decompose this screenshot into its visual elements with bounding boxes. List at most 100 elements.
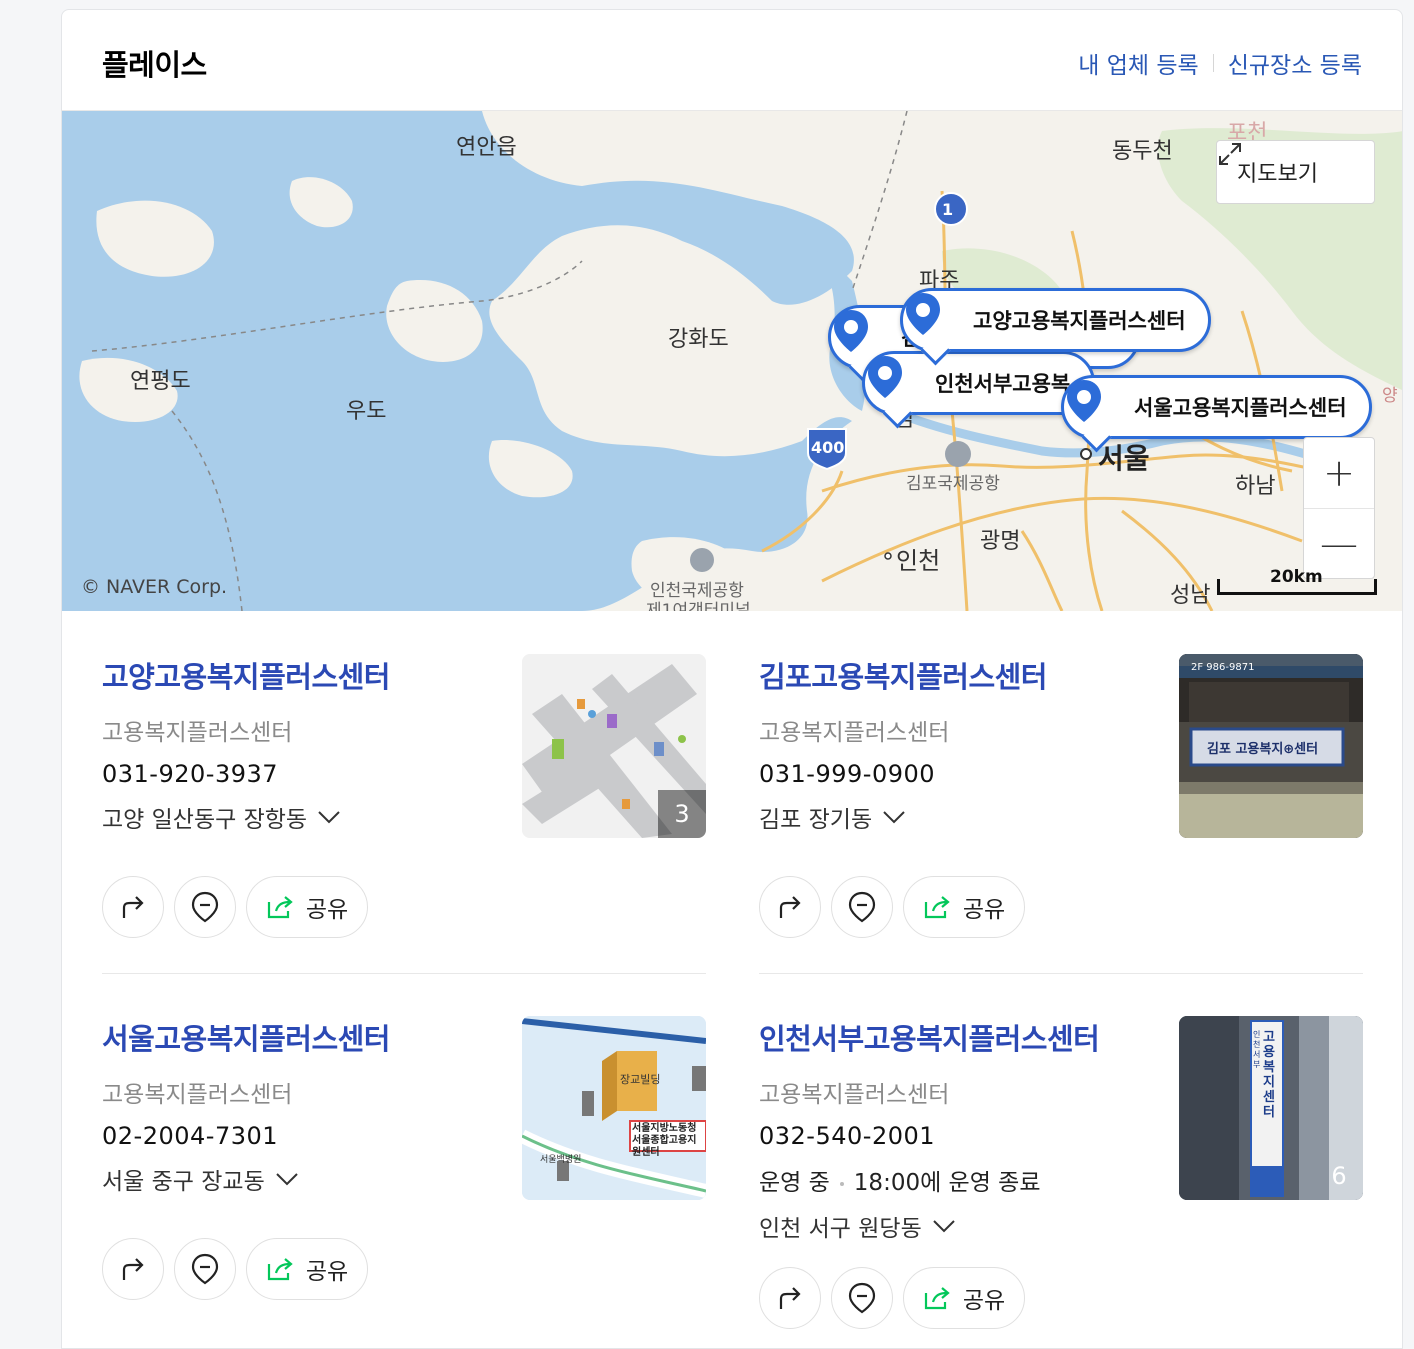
map-label-seongnam: 성남 — [1170, 583, 1211, 608]
map-label-incheon: 인천 — [896, 547, 941, 575]
photo-count-badge: 6 — [1331, 1162, 1347, 1190]
place-card: 플레이스 내 업체 등록 신규장소 등록 1 400 연안읍 동두천 포천 파주… — [61, 9, 1403, 1349]
directions-button[interactable] — [759, 1267, 821, 1329]
share-label: 공유 — [962, 897, 1006, 923]
chevron-down-icon — [276, 1173, 298, 1186]
place-address-text: 서울 중구 장교동 — [102, 1169, 265, 1195]
place-thumbnail[interactable]: 장교빌딩 서울지방노동청 서울종합고용지원센터 서울백병원 — [522, 1016, 706, 1200]
directions-button[interactable] — [102, 876, 164, 938]
share-icon — [924, 896, 950, 919]
place-actions-gimpo: 공유 — [759, 876, 1025, 938]
directions-arrow-icon — [122, 1258, 144, 1280]
map-label-yeonan: 연안읍 — [456, 135, 517, 160]
directions-arrow-icon — [122, 896, 144, 918]
chevron-down-icon — [318, 811, 340, 824]
directions-arrow-icon — [779, 896, 801, 918]
map-pin-seoul[interactable]: 서울고용복지플러스센터 — [1061, 375, 1372, 439]
location-pin-icon — [1067, 379, 1124, 435]
place-address-text: 인천 서구 원당동 — [759, 1216, 922, 1242]
place-item-incheon-west: 인천서부고용복지플러스센터 고용복지플러스센터 032-540-2001 운영 … — [759, 1016, 1363, 1243]
location-save-icon — [848, 891, 876, 923]
share-button[interactable]: 공유 — [903, 1267, 1025, 1329]
save-location-button[interactable] — [831, 1267, 893, 1329]
map-label-udo: 우도 — [346, 399, 387, 424]
map-view-button[interactable]: 지도보기 — [1216, 140, 1375, 204]
map-copyright: © NAVER Corp. — [81, 576, 228, 598]
location-save-icon — [191, 891, 219, 923]
photo-count-badge: 3 — [658, 790, 706, 838]
save-location-button[interactable] — [831, 876, 893, 938]
map-canvas — [62, 111, 1402, 611]
share-button[interactable]: 공유 — [246, 1238, 368, 1300]
map-label-yangyang: 양 — [1382, 386, 1398, 406]
map-pin-label-goyang: 고양고용복지플러스센터 — [973, 309, 1186, 333]
chevron-down-icon — [933, 1220, 955, 1233]
map-label-gwangmyeong: 광명 — [980, 529, 1021, 554]
map-label-ganghwa: 강화도 — [668, 327, 729, 352]
place-thumbnail[interactable]: 김포 고용복지⊕센터 2F 986-9871 — [1179, 654, 1363, 838]
directions-button[interactable] — [759, 876, 821, 938]
expand-icon — [1219, 143, 1241, 165]
place-hours: 18:00에 운영 종료 — [853, 1170, 1041, 1196]
map-label-incheon-airport-terminal: 제1여객터미널 — [646, 601, 751, 611]
row-divider — [102, 973, 706, 974]
chevron-down-icon — [883, 811, 905, 824]
location-save-icon — [191, 1253, 219, 1285]
map-view-label: 지도보기 — [1237, 162, 1318, 187]
share-button[interactable]: 공유 — [246, 876, 368, 938]
location-pin-icon — [868, 355, 925, 411]
share-icon — [267, 1258, 293, 1281]
map-label-dongducheon: 동두천 — [1112, 139, 1173, 164]
save-location-button[interactable] — [174, 1238, 236, 1300]
place-thumbnail[interactable]: 고용복지센터 인천서부 6 — [1179, 1016, 1363, 1200]
zoom-in-button[interactable]: + — [1304, 438, 1374, 508]
route-1-number: 1 — [942, 200, 954, 219]
photo-hospital-label: 서울백병원 — [540, 1155, 582, 1165]
map-pin-label-incheon-west: 인천서부고용복 — [935, 372, 1071, 396]
status-separator — [839, 1181, 844, 1186]
place-thumbnail[interactable]: 3 — [522, 654, 706, 838]
directions-button[interactable] — [102, 1238, 164, 1300]
link-divider — [1212, 54, 1214, 72]
place-status: 운영 중 — [759, 1170, 830, 1196]
place-item-goyang: 고양고용복지플러스센터 고용복지플러스센터 031-920-3937 고양 일산… — [102, 654, 706, 838]
photo-sign-text: 고용복지센터 — [1263, 1030, 1275, 1120]
photo-sign-text: 김포 고용복지⊕센터 — [1207, 742, 1319, 757]
area-map-illustration — [522, 1016, 706, 1200]
map-label-hanam: 하남 — [1235, 474, 1276, 499]
map-view[interactable]: 1 400 연안읍 동두천 포천 파주 강화도 연평도 우도 김포국제공항 서울… — [62, 111, 1402, 611]
place-actions-incheon-west: 공유 — [759, 1267, 1025, 1329]
directions-arrow-icon — [779, 1287, 801, 1309]
register-my-business-link[interactable]: 내 업체 등록 — [1078, 46, 1198, 80]
photo-building-label: 장교빌딩 — [620, 1073, 661, 1086]
map-scale-bar: 20km — [1217, 567, 1377, 595]
map-pin-goyang[interactable]: 고양고용복지플러스센터 — [900, 288, 1211, 352]
place-address-text: 김포 장기동 — [759, 807, 873, 833]
map-pin-label-seoul: 서울고용복지플러스센터 — [1134, 396, 1347, 420]
place-item-seoul: 서울고용복지플러스센터 고용복지플러스센터 02-2004-7301 서울 중구… — [102, 1016, 706, 1200]
share-label: 공유 — [305, 1259, 349, 1285]
zoom-controls: + — — [1303, 437, 1375, 579]
place-actions-seoul: 공유 — [102, 1238, 368, 1300]
section-title: 플레이스 — [102, 48, 207, 82]
map-scale-label: 20km — [1270, 567, 1323, 587]
location-pin-icon — [906, 292, 963, 348]
register-new-place-link[interactable]: 신규장소 등록 — [1228, 46, 1362, 80]
photo-callout-label: 서울지방노동청 서울종합고용지원센터 — [632, 1123, 697, 1158]
route-400-number: 400 — [811, 438, 845, 457]
share-button[interactable]: 공유 — [903, 876, 1025, 938]
share-icon — [924, 1287, 950, 1310]
row-divider — [759, 973, 1363, 974]
photo-sign-side-text: 인천서부 — [1253, 1030, 1261, 1069]
place-address-text: 고양 일산동구 장항동 — [102, 807, 308, 833]
share-label: 공유 — [962, 1288, 1006, 1314]
photo-top-text: 2F 986-9871 — [1191, 662, 1255, 673]
map-label-yeonpyeong: 연평도 — [130, 369, 191, 394]
place-item-gimpo: 김포고용복지플러스센터 고용복지플러스센터 031-999-0900 김포 장기… — [759, 654, 1363, 838]
save-location-button[interactable] — [174, 876, 236, 938]
header-links: 내 업체 등록 신규장소 등록 — [1078, 46, 1362, 80]
place-address[interactable]: 인천 서구 원당동 — [759, 1209, 1363, 1243]
location-save-icon — [848, 1282, 876, 1314]
share-label: 공유 — [305, 897, 349, 923]
map-label-gimpo-airport: 김포국제공항 — [906, 474, 1000, 494]
